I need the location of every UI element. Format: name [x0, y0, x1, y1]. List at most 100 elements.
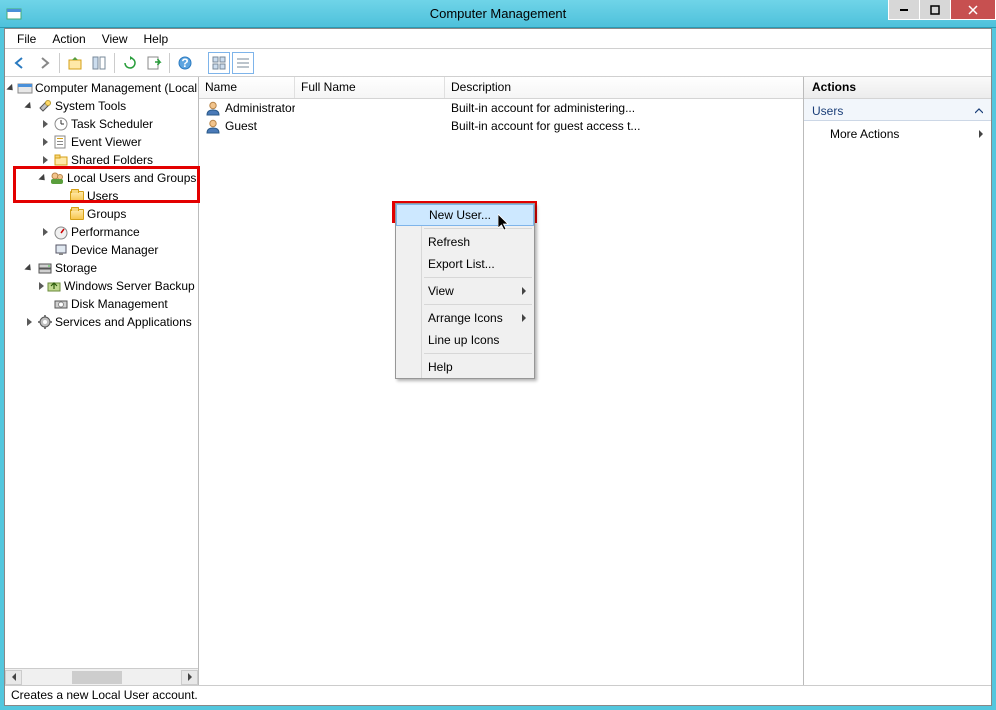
mouse-cursor	[498, 214, 512, 235]
refresh-button[interactable]	[119, 52, 141, 74]
scroll-track[interactable]	[22, 670, 181, 685]
tree-toggle[interactable]	[39, 118, 51, 130]
tree-item-system-tools[interactable]: System Tools	[5, 97, 198, 115]
tree-toggle[interactable]	[23, 262, 35, 274]
tree-item-task-scheduler[interactable]: Task Scheduler	[5, 115, 198, 133]
col-fullname[interactable]: Full Name	[295, 77, 445, 98]
forward-button[interactable]	[33, 52, 55, 74]
scroll-left-button[interactable]	[5, 670, 22, 685]
help-button[interactable]: ?	[174, 52, 196, 74]
tree-toggle[interactable]	[55, 208, 67, 220]
window-title: Computer Management	[0, 6, 996, 21]
content: Computer Management (LocalSystem ToolsTa…	[5, 77, 991, 685]
cm-new-user[interactable]: New User...	[396, 204, 534, 226]
tree-item-shared-folders[interactable]: Shared Folders	[5, 151, 198, 169]
submenu-arrow-icon	[979, 130, 983, 138]
tree-toggle[interactable]	[39, 226, 51, 238]
tree-item-performance[interactable]: Performance	[5, 223, 198, 241]
toolbar-separator	[114, 53, 115, 73]
tree-toggle[interactable]	[39, 136, 51, 148]
cm-separator	[424, 228, 532, 229]
tree-toggle[interactable]	[55, 190, 67, 202]
tree-item-event-viewer[interactable]: Event Viewer	[5, 133, 198, 151]
actions-panel: Actions Users More Actions	[804, 77, 991, 685]
tree-item-local-users-and-groups[interactable]: Local Users and Groups	[5, 169, 198, 187]
collapse-icon	[975, 104, 983, 118]
tree-toggle[interactable]	[39, 154, 51, 166]
tree-item-groups[interactable]: Groups	[5, 205, 198, 223]
cm-lineup-label: Line up Icons	[428, 333, 499, 347]
window-controls	[889, 0, 996, 20]
list-row[interactable]: GuestBuilt-in account for guest access t…	[199, 117, 803, 135]
status-text: Creates a new Local User account.	[11, 688, 198, 702]
tree-toggle[interactable]	[39, 280, 44, 292]
svg-text:?: ?	[181, 56, 188, 70]
maximize-button[interactable]	[919, 0, 951, 20]
scroll-thumb[interactable]	[72, 671, 122, 684]
window-body: File Action View Help ? Computer Managem…	[4, 28, 992, 706]
tree-item-device-manager[interactable]: Device Manager	[5, 241, 198, 259]
cm-separator	[424, 353, 532, 354]
scroll-right-button[interactable]	[181, 670, 198, 685]
folder-icon	[69, 188, 85, 204]
cm-view[interactable]: View	[396, 280, 534, 302]
menu-action[interactable]: Action	[44, 30, 93, 48]
menubar: File Action View Help	[5, 29, 991, 49]
tree[interactable]: Computer Management (LocalSystem ToolsTa…	[5, 77, 198, 668]
toolbar-separator	[169, 53, 170, 73]
user-icon	[205, 100, 221, 116]
cm-lineup[interactable]: Line up Icons	[396, 329, 534, 351]
tree-label: Groups	[87, 207, 130, 221]
cm-arrange-label: Arrange Icons	[428, 311, 503, 325]
menu-help[interactable]: Help	[136, 30, 177, 48]
back-button[interactable]	[9, 52, 31, 74]
list-row[interactable]: AdministratorBuilt-in account for admini…	[199, 99, 803, 117]
actions-subheader[interactable]: Users	[804, 99, 991, 121]
tree-item-disk-management[interactable]: Disk Management	[5, 295, 198, 313]
cell-name: Guest	[199, 118, 295, 134]
col-name[interactable]: Name	[199, 77, 295, 98]
close-button[interactable]	[950, 0, 996, 20]
actions-subheader-label: Users	[812, 104, 843, 118]
tree-toggle[interactable]	[39, 298, 51, 310]
tree-item-computer-management-local[interactable]: Computer Management (Local	[5, 79, 198, 97]
export-button[interactable]	[143, 52, 165, 74]
tree-toggle[interactable]	[39, 172, 47, 184]
menu-view[interactable]: View	[94, 30, 136, 48]
menu-file[interactable]: File	[9, 30, 44, 48]
tree-toggle[interactable]	[7, 82, 15, 94]
event-icon	[53, 134, 69, 150]
view-details-button[interactable]	[232, 52, 254, 74]
cm-export[interactable]: Export List...	[396, 253, 534, 275]
tree-item-users[interactable]: Users	[5, 187, 198, 205]
tree-panel: Computer Management (LocalSystem ToolsTa…	[5, 77, 199, 685]
tree-toggle[interactable]	[39, 244, 51, 256]
toolbar-separator	[59, 53, 60, 73]
tree-label: Windows Server Backup	[64, 279, 198, 293]
col-description[interactable]: Description	[445, 77, 803, 98]
view-large-icons-button[interactable]	[208, 52, 230, 74]
tree-label: Services and Applications	[55, 315, 196, 329]
minimize-button[interactable]	[888, 0, 920, 20]
actions-header: Actions	[804, 77, 991, 99]
cm-help[interactable]: Help	[396, 356, 534, 378]
tree-toggle[interactable]	[23, 100, 35, 112]
user-icon	[205, 118, 221, 134]
more-actions-item[interactable]: More Actions	[804, 121, 991, 143]
tree-item-storage[interactable]: Storage	[5, 259, 198, 277]
users-icon	[49, 170, 65, 186]
tree-item-services-and-applications[interactable]: Services and Applications	[5, 313, 198, 331]
shared-icon	[53, 152, 69, 168]
tree-toggle[interactable]	[23, 316, 35, 328]
properties-button[interactable]	[88, 52, 110, 74]
toolbar: ?	[5, 49, 991, 77]
up-button[interactable]	[64, 52, 86, 74]
cm-refresh[interactable]: Refresh	[396, 231, 534, 253]
clock-icon	[53, 116, 69, 132]
tree-label: Storage	[55, 261, 101, 275]
tree-item-windows-server-backup[interactable]: Windows Server Backup	[5, 277, 198, 295]
tree-label: Device Manager	[71, 243, 162, 257]
cm-arrange[interactable]: Arrange Icons	[396, 307, 534, 329]
cm-refresh-label: Refresh	[428, 235, 470, 249]
tree-horizontal-scrollbar[interactable]	[5, 668, 198, 685]
